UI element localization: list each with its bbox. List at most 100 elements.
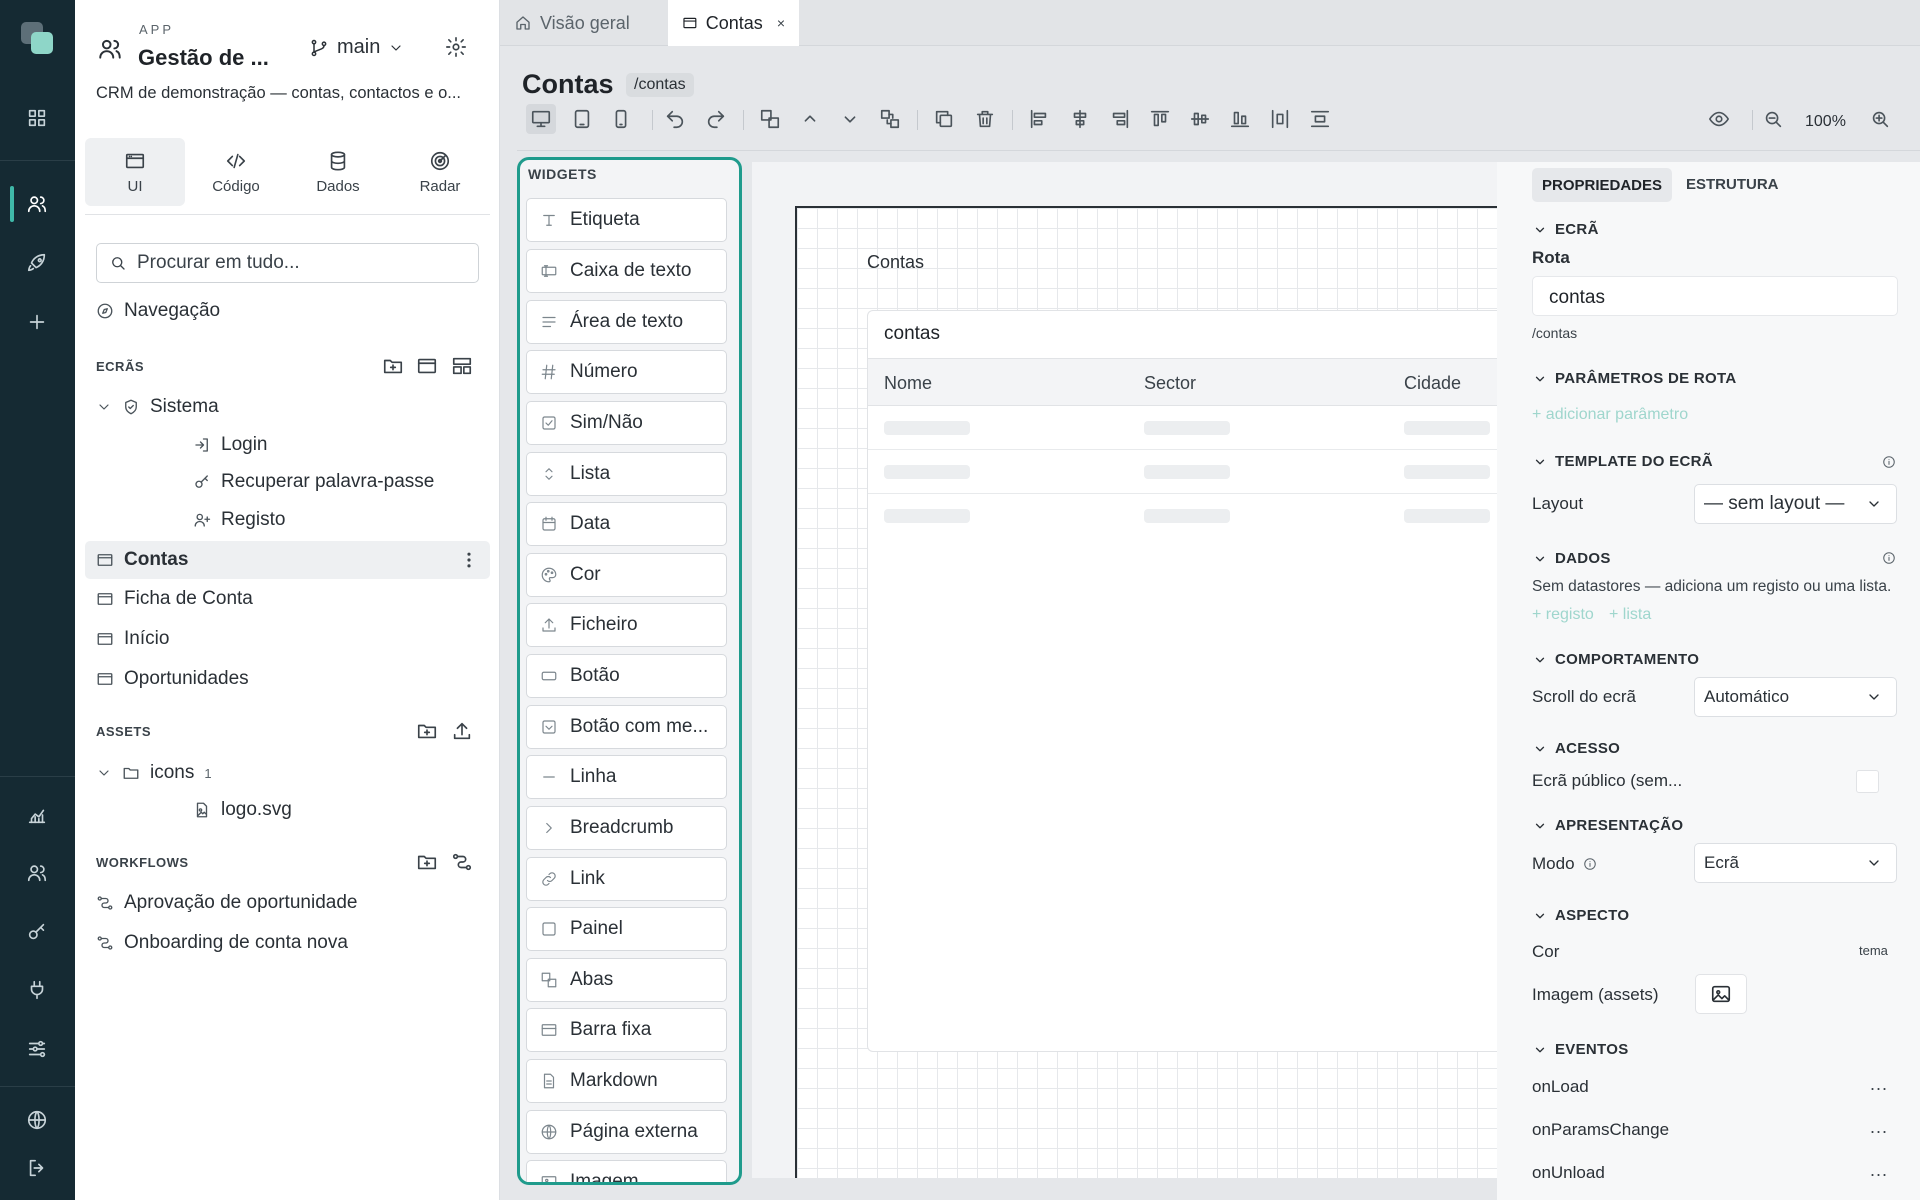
- mode-tab-radar[interactable]: Radar: [390, 138, 490, 206]
- tree-item-contas[interactable]: Contas: [96, 542, 188, 578]
- align-right-icon[interactable]: [1105, 104, 1135, 134]
- widget-painel[interactable]: Painel: [526, 907, 727, 951]
- widget-breadcrumb[interactable]: Breadcrumb: [526, 806, 727, 850]
- dashboard-icon[interactable]: [22, 103, 52, 133]
- widget-numero[interactable]: Número: [526, 350, 727, 394]
- workflow-item[interactable]: Onboarding de conta nova: [96, 925, 348, 961]
- close-icon[interactable]: ×: [777, 15, 785, 31]
- canvas-table-widget[interactable]: contas Nome Sector Cidade: [867, 310, 1498, 1052]
- distribute-h-icon[interactable]: [1265, 104, 1295, 134]
- section-parametros[interactable]: PARÂMETROS DE ROTA: [1533, 370, 1737, 387]
- info-icon[interactable]: [1882, 551, 1896, 565]
- section-dados[interactable]: DADOS: [1533, 550, 1611, 567]
- widget-etiqueta[interactable]: Etiqueta: [526, 198, 727, 242]
- move-up-icon[interactable]: [795, 104, 825, 134]
- section-ecra[interactable]: ECRÃ: [1533, 221, 1599, 238]
- mobile-view-icon[interactable]: [606, 104, 636, 134]
- scroll-select[interactable]: Automático: [1694, 677, 1897, 717]
- widget-botao[interactable]: Botão: [526, 654, 727, 698]
- add-icon[interactable]: [22, 307, 52, 337]
- section-acesso[interactable]: ACESSO: [1533, 740, 1620, 757]
- tree-item-registo[interactable]: Registo: [193, 502, 285, 538]
- globe-icon[interactable]: [22, 1105, 52, 1135]
- mode-tab-ui[interactable]: UI: [85, 138, 185, 206]
- tab-contas[interactable]: Contas ×: [668, 0, 799, 46]
- duplicate-icon[interactable]: [929, 104, 959, 134]
- widget-barra-fixa[interactable]: Barra fixa: [526, 1008, 727, 1052]
- tree-file-logo[interactable]: logo.svg: [193, 792, 292, 828]
- tree-item-ficha[interactable]: Ficha de Conta: [96, 581, 253, 617]
- event-more-button[interactable]: ...: [1870, 1074, 1888, 1095]
- widget-botao-menu[interactable]: Botão com me...: [526, 705, 727, 749]
- tree-item-login[interactable]: Login: [193, 427, 268, 463]
- section-aspecto[interactable]: ASPECTO: [1533, 907, 1629, 924]
- preview-eye-icon[interactable]: [1704, 104, 1734, 134]
- widget-pagina-externa[interactable]: Página externa: [526, 1110, 727, 1154]
- more-vertical-icon[interactable]: [459, 550, 479, 570]
- event-more-button[interactable]: ...: [1870, 1160, 1888, 1181]
- color-value[interactable]: tema: [1859, 943, 1888, 958]
- tree-item-oportunidades[interactable]: Oportunidades: [96, 661, 249, 697]
- layout-select[interactable]: — sem layout —: [1694, 484, 1897, 524]
- layout-icon[interactable]: [451, 355, 475, 379]
- info-icon[interactable]: [1882, 455, 1896, 469]
- add-lista-link[interactable]: + lista: [1609, 606, 1651, 624]
- settings-icon[interactable]: [445, 36, 469, 60]
- align-left-icon[interactable]: [1024, 104, 1054, 134]
- widget-area-texto[interactable]: Área de texto: [526, 300, 727, 344]
- logout-icon[interactable]: [22, 1153, 52, 1183]
- public-checkbox[interactable]: [1856, 770, 1879, 793]
- mode-tab-code[interactable]: Código: [186, 138, 286, 206]
- zoom-out-icon[interactable]: [1758, 104, 1788, 134]
- mode-tab-data[interactable]: Dados: [288, 138, 388, 206]
- undo-icon[interactable]: [660, 104, 690, 134]
- plug-icon[interactable]: [22, 975, 52, 1005]
- workflow-item[interactable]: Aprovação de oportunidade: [96, 885, 357, 921]
- section-template[interactable]: TEMPLATE DO ECRÃ: [1533, 453, 1713, 470]
- distribute-v-icon[interactable]: [1305, 104, 1335, 134]
- new-screen-icon[interactable]: [416, 355, 440, 379]
- add-parameter-link[interactable]: + adicionar parâmetro: [1532, 406, 1688, 424]
- workflow-icon[interactable]: [451, 851, 475, 875]
- desktop-view-icon[interactable]: [526, 104, 556, 134]
- align-center-v-icon[interactable]: [1185, 104, 1215, 134]
- new-folder-icon[interactable]: [416, 851, 440, 875]
- widget-abas[interactable]: Abas: [526, 958, 727, 1002]
- rocket-icon[interactable]: [22, 248, 52, 278]
- upload-icon[interactable]: [451, 720, 475, 744]
- canvas-label-widget[interactable]: Contas: [867, 252, 924, 273]
- new-folder-icon[interactable]: [416, 720, 440, 744]
- new-folder-icon[interactable]: [382, 355, 406, 379]
- route-input[interactable]: contas: [1532, 276, 1898, 316]
- tablet-view-icon[interactable]: [567, 104, 597, 134]
- delete-icon[interactable]: [970, 104, 1000, 134]
- tab-propriedades[interactable]: PROPRIEDADES: [1532, 168, 1673, 202]
- team-icon[interactable]: [22, 858, 52, 888]
- tab-estrutura[interactable]: ESTRUTURA: [1686, 176, 1779, 193]
- mode-select[interactable]: Ecrã: [1694, 843, 1897, 883]
- align-top-icon[interactable]: [1145, 104, 1175, 134]
- widget-data[interactable]: Data: [526, 502, 727, 546]
- section-eventos[interactable]: EVENTOS: [1533, 1041, 1629, 1058]
- widget-markdown[interactable]: Markdown: [526, 1059, 727, 1103]
- widget-caixa-texto[interactable]: Caixa de texto: [526, 249, 727, 293]
- sliders-icon[interactable]: [22, 1034, 52, 1064]
- tab-visao-geral[interactable]: Visão geral: [500, 0, 668, 46]
- event-more-button[interactable]: ...: [1870, 1117, 1888, 1138]
- search-input[interactable]: Procurar em tudo...: [137, 252, 300, 274]
- navigation-item[interactable]: Navegação: [96, 293, 220, 329]
- ungroup-icon[interactable]: [875, 104, 905, 134]
- widget-link[interactable]: Link: [526, 857, 727, 901]
- section-comportamento[interactable]: COMPORTAMENTO: [1533, 651, 1699, 668]
- widget-linha[interactable]: Linha: [526, 755, 727, 799]
- widget-sim-nao[interactable]: Sim/Não: [526, 401, 727, 445]
- align-bottom-icon[interactable]: [1225, 104, 1255, 134]
- align-center-h-icon[interactable]: [1065, 104, 1095, 134]
- add-registo-link[interactable]: + registo: [1532, 606, 1594, 624]
- group-icon[interactable]: [755, 104, 785, 134]
- tree-item-recuperar[interactable]: Recuperar palavra-passe: [193, 464, 434, 500]
- zoom-in-icon[interactable]: [1865, 104, 1895, 134]
- widget-cor[interactable]: Cor: [526, 553, 727, 597]
- widget-ficheiro[interactable]: Ficheiro: [526, 603, 727, 647]
- users-icon[interactable]: [22, 189, 52, 219]
